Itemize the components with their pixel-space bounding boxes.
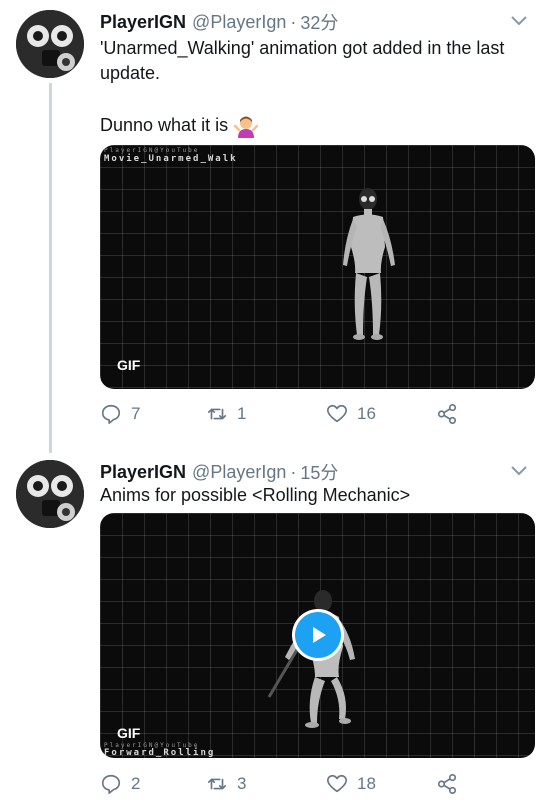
gif-media[interactable]: GIF PlayerIGN@YouTube Forward_Rolling [100,513,535,758]
retweet-count: 1 [237,404,247,423]
avatar[interactable] [16,460,84,528]
avatar-image [16,460,84,528]
tweet-header: PlayerIGN @PlayerIgn · 32分 [100,10,530,34]
display-name[interactable]: PlayerIGN [100,12,186,33]
tweet-header: PlayerIGN @PlayerIgn · 15分 [100,460,530,484]
gif-badge: GIF [117,725,141,741]
timestamp[interactable]: 15分 [300,459,338,485]
woman-shrugging-icon [234,116,259,138]
play-button[interactable] [292,609,344,661]
avatar[interactable] [16,10,84,78]
share-icon [437,404,457,424]
chevron-down-icon[interactable] [508,462,530,480]
reply-icon [101,774,121,794]
play-button-circle [295,612,341,658]
play-icon [313,627,326,643]
reply-count: 2 [131,774,141,793]
share-icon [437,774,457,794]
retweet-icon [207,408,227,420]
retweet-button[interactable]: 3 [206,773,246,795]
retweet-icon [207,778,227,790]
grid-background [100,145,535,389]
timestamp[interactable]: 32分 [300,9,338,35]
heart-icon [327,774,347,793]
separator: · [290,11,297,32]
retweet-button[interactable]: 1 [206,403,246,425]
avatar-image [16,10,84,78]
heart-icon [327,404,347,423]
tweet-actions: 2 3 18 [100,771,480,797]
tweet[interactable]: PlayerIGN @PlayerIgn · 32分 'Unarmed_Walk… [0,0,550,440]
watermark-title: Movie_Unarmed_Walk [104,154,238,164]
display-name[interactable]: PlayerIGN [100,462,186,483]
tweet-text: 'Unarmed_Walking' animation got added in… [100,38,505,83]
user-handle[interactable]: @PlayerIgn [192,12,286,33]
share-button[interactable] [436,403,467,425]
user-handle[interactable]: @PlayerIgn [192,462,286,483]
reply-button[interactable]: 7 [100,403,140,425]
like-button[interactable]: 18 [326,773,376,795]
watermark-title: Forward_Rolling [104,748,216,758]
tweet-text-line2: Dunno what it is [100,113,534,138]
separator: · [290,461,297,482]
watermark-credit: PlayerIGN@YouTube [104,147,200,154]
tweet-text-part: Dunno what it is [100,115,229,135]
gif-badge: GIF [117,357,141,373]
like-count: 18 [357,774,376,793]
like-button[interactable]: 16 [326,403,376,425]
tweet-text: Anims for possible <Rolling Mechanic> [100,485,411,505]
reply-icon [101,404,121,424]
tweet-actions: 7 1 16 [100,401,480,427]
retweet-count: 3 [237,774,247,793]
share-button[interactable] [436,773,467,795]
reply-button[interactable]: 2 [100,773,140,795]
gif-media[interactable]: PlayerIGN@YouTube Movie_Unarmed_Walk GIF [100,145,535,389]
reply-count: 7 [131,404,141,423]
chevron-down-icon[interactable] [508,12,530,30]
like-count: 16 [357,404,376,423]
walking-character-figure [343,188,395,340]
